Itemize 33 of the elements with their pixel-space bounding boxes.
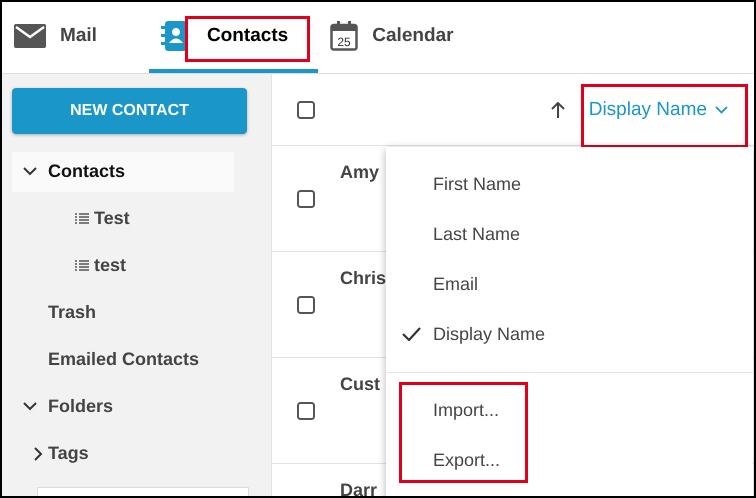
sidebar-item[interactable]: test <box>12 246 234 286</box>
chevron-right-icon[interactable] <box>34 446 42 460</box>
calendar-icon: 25 <box>330 20 358 50</box>
sidebar-item[interactable]: Folders <box>12 386 234 426</box>
sidebar-item[interactable]: Contacts <box>12 152 234 192</box>
checkbox[interactable] <box>297 100 315 118</box>
list-icon <box>75 260 89 271</box>
contact-name: Chris <box>340 268 386 290</box>
nav-tab[interactable]: Mail <box>2 2 149 73</box>
menu-item[interactable]: First Name <box>386 159 753 209</box>
menu-item[interactable]: Email <box>386 259 753 309</box>
sidebar-item[interactable]: Emailed Contacts <box>12 340 234 380</box>
chevron-down-icon[interactable] <box>23 402 37 411</box>
envelope-icon <box>14 24 46 48</box>
checkbox[interactable] <box>297 296 315 314</box>
sort-ascending-icon[interactable] <box>550 102 565 118</box>
sidebar-item[interactable]: Tags <box>12 434 234 474</box>
menu-item[interactable]: Display Name <box>386 309 753 359</box>
sidebar-item[interactable]: Test <box>12 198 234 238</box>
contact-name: Amy <box>340 162 380 184</box>
nav-tab[interactable]: 25 Calendar <box>318 2 474 73</box>
contact-name: Darr <box>340 480 378 496</box>
contact-name: Cust <box>340 374 380 396</box>
menu-item[interactable]: Last Name <box>386 209 753 259</box>
checkbox[interactable] <box>297 190 315 208</box>
address-book-icon <box>160 20 187 50</box>
checkbox[interactable] <box>297 402 315 420</box>
sidebar-item[interactable]: Trash <box>12 292 234 332</box>
list-icon <box>75 213 89 224</box>
chevron-down-icon <box>715 106 728 114</box>
menu-item[interactable]: Export... <box>386 435 753 485</box>
chevron-down-icon[interactable] <box>23 167 37 176</box>
menu-item[interactable]: Import... <box>386 385 753 435</box>
